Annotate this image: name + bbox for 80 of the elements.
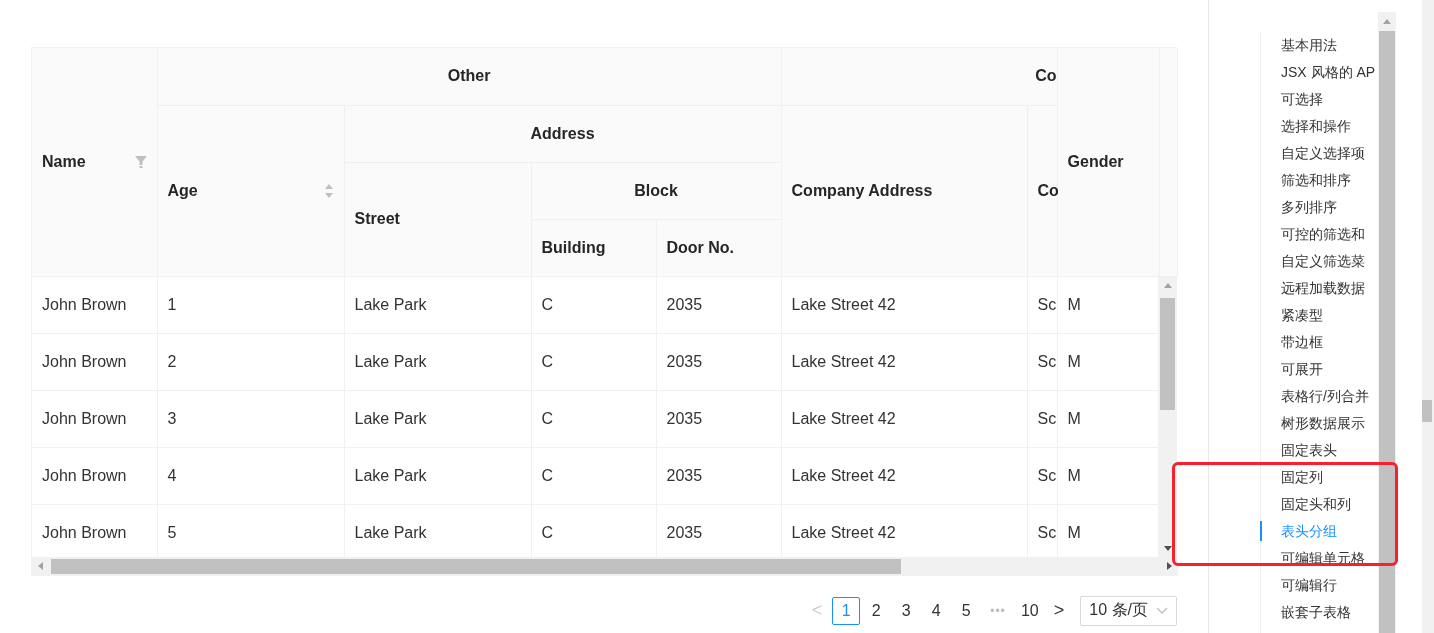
column-header: Door No. (656, 219, 782, 276)
page-size-select[interactable]: 10 条/页 (1080, 595, 1177, 626)
next-page-button[interactable]: > (1045, 600, 1073, 621)
table-cell: C (531, 447, 656, 505)
table-cell: M (1057, 276, 1158, 334)
nav-item[interactable]: 多列排序 (1260, 197, 1381, 217)
nav-item[interactable]: 嵌套子表格 (1260, 602, 1381, 622)
table-cell: 1 (157, 276, 344, 334)
table-cell: C (531, 390, 656, 448)
column-header: Co (781, 48, 1058, 105)
nav-item[interactable]: 表格行/列合并 (1260, 386, 1381, 406)
table-cell: Sc (1027, 504, 1057, 557)
nav-item[interactable]: 自定义筛选菜 (1260, 251, 1381, 271)
table-cell: M (1057, 390, 1158, 448)
nav-item[interactable]: JSX 风格的 AP (1260, 62, 1381, 82)
nav-item[interactable]: 可展开 (1260, 359, 1381, 379)
table-cell: 2035 (656, 504, 781, 557)
table-cell: 2035 (656, 333, 781, 391)
table-cell: Sc (1027, 390, 1057, 448)
vertical-scrollbar[interactable] (1158, 276, 1177, 557)
table-cell: Lake Street 42 (781, 504, 1027, 557)
table-cell: C (531, 504, 656, 557)
table-cell: 2035 (656, 276, 781, 334)
sort-icon[interactable] (323, 182, 334, 199)
column-header: Address (344, 105, 782, 162)
nav-item[interactable]: 筛选和排序 (1260, 170, 1381, 190)
table-cell: 5 (157, 504, 344, 557)
nav-item[interactable]: 自定义选择项 (1260, 143, 1381, 163)
column-header: Co (1027, 105, 1058, 276)
column-header: Other (157, 48, 782, 105)
chevron-down-icon (1156, 606, 1168, 615)
table-cell: Lake Park (344, 333, 531, 391)
page-scrollbar[interactable] (1422, 0, 1434, 633)
filter-icon[interactable] (134, 155, 147, 168)
nav-item[interactable]: 可控的筛选和 (1260, 224, 1381, 244)
table-cell: M (1057, 447, 1158, 505)
table-cell: Lake Street 42 (781, 390, 1027, 448)
table-cell: C (531, 333, 656, 391)
table-cell: Lake Street 42 (781, 447, 1027, 505)
table-cell: C (531, 276, 656, 334)
nav-item[interactable]: 基本用法 (1260, 35, 1381, 55)
column-header: Street (344, 162, 531, 276)
table-cell: 3 (157, 390, 344, 448)
table-cell: John Brown (32, 390, 157, 448)
column-header: Company Address (781, 105, 1028, 276)
nav-item[interactable]: 可编辑行 (1260, 575, 1381, 595)
table-cell: 2 (157, 333, 344, 391)
nav-item[interactable]: 紧凑型 (1260, 305, 1381, 325)
table-cell: John Brown (32, 504, 157, 557)
column-header: Block (531, 162, 782, 219)
table-cell: Sc (1027, 333, 1057, 391)
table-cell: M (1057, 504, 1158, 557)
nav-item[interactable]: 固定列 (1260, 467, 1381, 487)
nav-item[interactable]: 固定表头 (1260, 440, 1381, 460)
table-cell: Lake Street 42 (781, 333, 1027, 391)
table-cell: Sc (1027, 447, 1057, 505)
table-cell: M (1057, 333, 1158, 391)
table-cell: Lake Park (344, 504, 531, 557)
nav-item[interactable]: 远程加载数据 (1260, 278, 1381, 298)
nav-item[interactable]: 可选择 (1260, 89, 1381, 109)
column-header: Gender (1057, 48, 1160, 276)
nav-item[interactable]: 树形数据展示 (1260, 413, 1381, 433)
table-cell: Lake Park (344, 447, 531, 505)
table-cell: John Brown (32, 276, 157, 334)
table-cell: 2035 (656, 390, 781, 448)
table-cell: Lake Street 42 (781, 276, 1027, 334)
column-header: Age (157, 105, 344, 276)
table-cell: 2035 (656, 447, 781, 505)
nav-item[interactable]: 选择和操作 (1260, 116, 1381, 136)
table-cell: John Brown (32, 447, 157, 505)
table-cell: Sc (1027, 276, 1057, 334)
column-header: Name (32, 48, 157, 276)
column-header: Building (531, 219, 656, 276)
nav-item[interactable]: 带边框 (1260, 332, 1381, 352)
table-cell: Lake Park (344, 390, 531, 448)
nav-item[interactable]: 固定头和列 (1260, 494, 1381, 514)
table-cell: Lake Park (344, 276, 531, 334)
sidebar-scrollbar[interactable] (1378, 12, 1396, 633)
table-cell: John Brown (32, 333, 157, 391)
table-cell: 4 (157, 447, 344, 505)
